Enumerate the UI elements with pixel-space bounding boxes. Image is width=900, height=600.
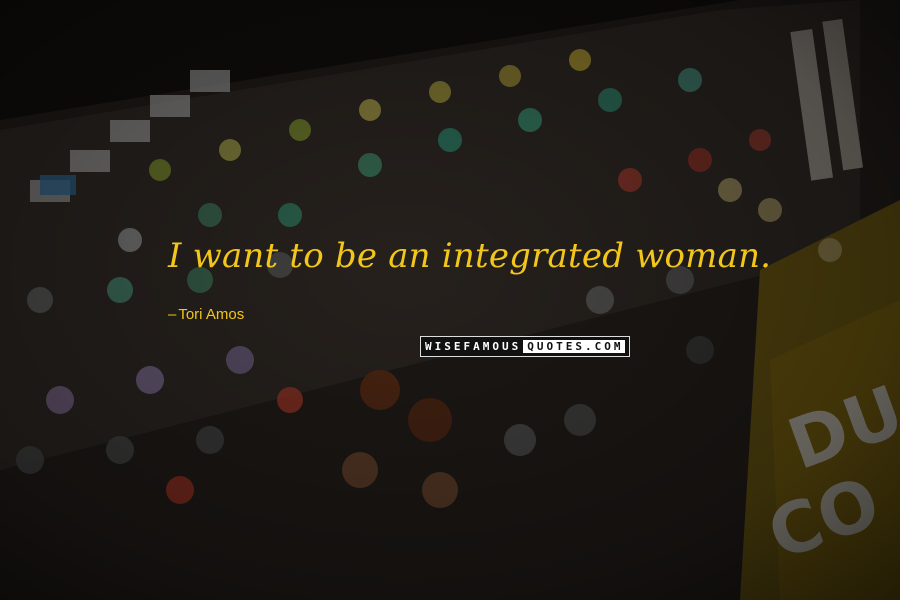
watermark-right: QUOTES.COM xyxy=(523,340,626,353)
author-name: Tori Amos xyxy=(178,306,245,323)
dark-overlay xyxy=(0,0,900,600)
quote-image: DU CO xyxy=(0,0,900,600)
author-dash: – xyxy=(168,306,177,323)
site-watermark: WISEFAMOUS QUOTES.COM xyxy=(420,336,631,357)
quote-author: – Tori Amos xyxy=(168,306,244,323)
quote-text: I want to be an integrated woman. xyxy=(168,236,772,276)
watermark-left: WISEFAMOUS xyxy=(425,340,522,353)
